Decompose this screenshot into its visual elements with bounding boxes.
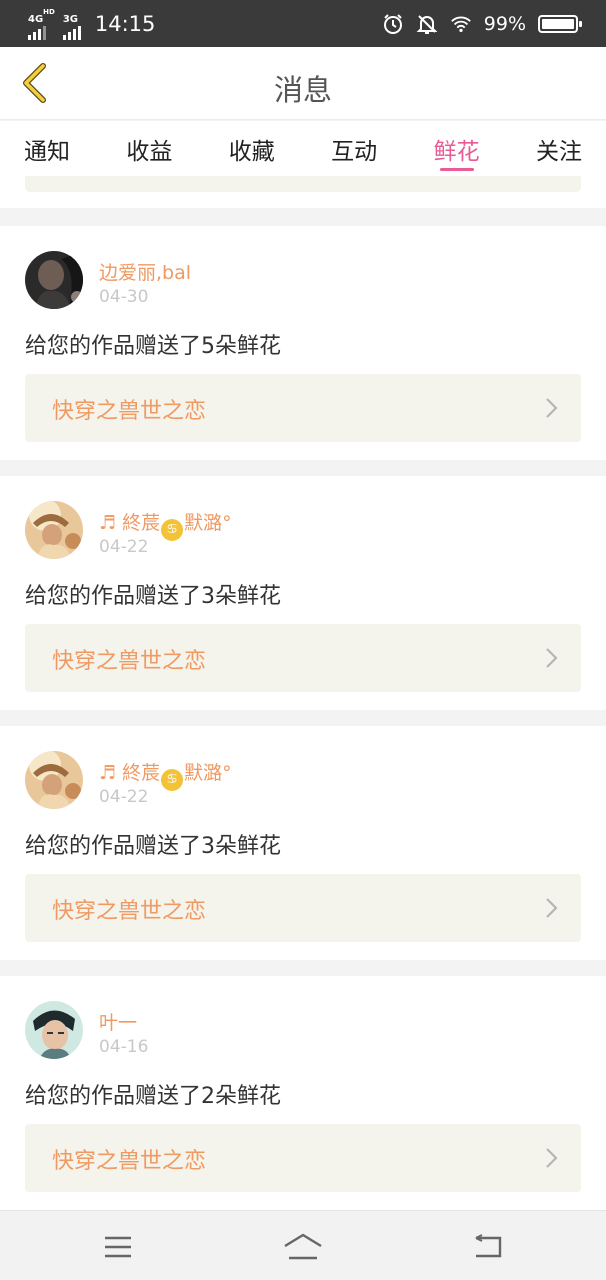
page-title: 消息 — [273, 73, 332, 107]
system-navigation-bar — [0, 1210, 606, 1280]
avatar[interactable] — [25, 751, 83, 809]
chevron-right-icon — [546, 898, 558, 918]
home-button[interactable] — [273, 1227, 333, 1267]
chevron-right-icon — [546, 398, 558, 418]
back-nav-button[interactable] — [458, 1227, 518, 1267]
signal-bars-icon — [62, 26, 81, 40]
work-link[interactable]: 快穿之兽世之恋 — [25, 1124, 581, 1192]
work-link-partial[interactable] — [25, 176, 581, 192]
sender-name[interactable]: 叶一 — [99, 1008, 137, 1035]
tab-flowers[interactable]: 鲜花 — [434, 121, 480, 176]
menu-button[interactable] — [88, 1227, 148, 1267]
message-date: 04-30 — [99, 287, 149, 307]
message-text: 给您的作品赠送了5朵鲜花 — [25, 334, 281, 359]
work-title: 快穿之兽世之恋 — [52, 899, 207, 924]
message-text: 给您的作品赠送了2朵鲜花 — [25, 1084, 281, 1109]
list-item: ♬ 終莀 ♋ 默潞° 04-22 给您的作品赠送了3朵鲜花 快穿之兽世之恋 — [0, 726, 606, 960]
battery-percentage: 99% — [483, 12, 526, 35]
avatar[interactable] — [25, 501, 83, 559]
status-right: 99% — [382, 12, 582, 35]
sender-name-prefix: ♬ 終莀 — [99, 512, 161, 534]
tab-bar: 通知 收益 收藏 互动 鲜花 关注 — [0, 121, 606, 176]
sender-name-suffix: 默潞° — [184, 762, 232, 784]
work-link[interactable]: 快穿之兽世之恋 — [25, 374, 581, 442]
avatar[interactable] — [25, 1001, 83, 1059]
status-bar: 4GHD 3G 14:15 99% — [0, 0, 606, 47]
clock: 14:15 — [94, 11, 156, 36]
network-3g: 3G — [62, 7, 81, 40]
home-icon — [284, 1233, 322, 1260]
message-date: 04-22 — [99, 537, 149, 557]
list-item-partial — [0, 176, 606, 208]
network-hd-label: HD — [43, 8, 55, 16]
tab-earnings[interactable]: 收益 — [126, 121, 172, 176]
status-left: 4GHD 3G 14:15 — [28, 7, 155, 40]
work-title: 快穿之兽世之恋 — [52, 1149, 207, 1174]
wifi-icon — [450, 13, 472, 35]
work-title: 快穿之兽世之恋 — [52, 399, 207, 424]
tab-follows[interactable]: 关注 — [536, 121, 582, 176]
work-link[interactable]: 快穿之兽世之恋 — [25, 874, 581, 942]
work-link[interactable]: 快穿之兽世之恋 — [25, 624, 581, 692]
avatar[interactable] — [25, 251, 83, 309]
signal-bars-icon — [28, 26, 55, 40]
network-3g-label: 3G — [62, 14, 79, 25]
back-icon — [475, 1234, 502, 1258]
chevron-right-icon — [546, 1148, 558, 1168]
bell-off-icon — [416, 13, 438, 35]
sender-name[interactable]: 边爱丽,bal — [99, 258, 191, 285]
app-header: 消息 — [0, 47, 606, 120]
chevron-right-icon — [546, 648, 558, 668]
tab-interactions[interactable]: 互动 — [331, 121, 377, 176]
battery-icon — [538, 14, 582, 33]
alarm-icon — [382, 13, 404, 35]
list-item: 边爱丽,bal 04-30 给您的作品赠送了5朵鲜花 快穿之兽世之恋 — [0, 226, 606, 460]
sender-name-suffix: 默潞° — [184, 512, 232, 534]
list-item: ♬ 終莀 ♋ 默潞° 04-22 给您的作品赠送了3朵鲜花 快穿之兽世之恋 — [0, 476, 606, 710]
menu-icon — [105, 1236, 131, 1258]
work-title: 快穿之兽世之恋 — [52, 649, 207, 674]
message-date: 04-16 — [99, 1037, 149, 1057]
message-date: 04-22 — [99, 787, 149, 807]
message-text: 给您的作品赠送了3朵鲜花 — [25, 834, 281, 859]
sender-name-prefix: ♬ 終莀 — [99, 762, 161, 784]
network-4g: 4GHD — [28, 7, 55, 40]
battery-fill — [542, 18, 574, 29]
cancer-zodiac-icon: ♋ — [161, 519, 184, 541]
network-4g-label: 4G — [28, 14, 44, 25]
cancer-zodiac-icon: ♋ — [161, 769, 184, 791]
message-text: 给您的作品赠送了3朵鲜花 — [25, 584, 281, 609]
list-item: 叶一 04-16 给您的作品赠送了2朵鲜花 快穿之兽世之恋 — [0, 976, 606, 1210]
tab-favorites[interactable]: 收藏 — [229, 121, 275, 176]
tab-notifications[interactable]: 通知 — [24, 121, 70, 176]
